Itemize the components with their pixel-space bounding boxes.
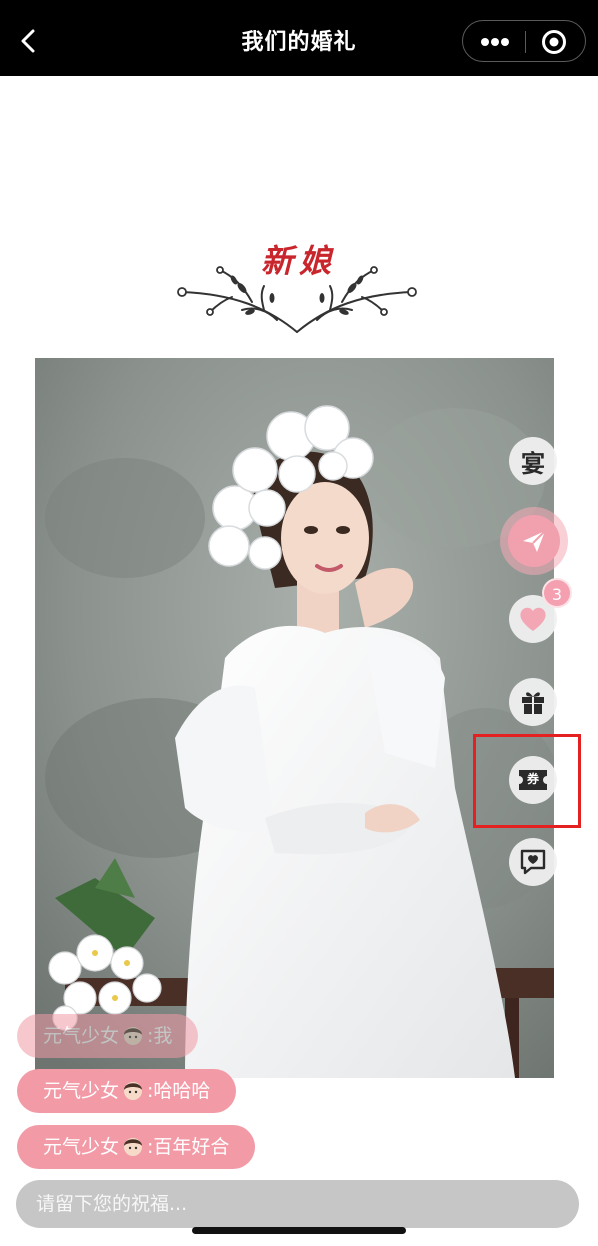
more-icon[interactable] (477, 33, 513, 51)
mini-program-capsule (462, 20, 586, 62)
like-count-badge: 3 (542, 578, 572, 608)
message-user: 元气少女 (43, 1136, 120, 1158)
capsule-divider (525, 31, 526, 53)
comment-button[interactable] (509, 838, 557, 886)
comment-heart-icon (520, 849, 546, 875)
girl-emoji-icon (124, 1027, 143, 1045)
banquet-button[interactable]: 宴 (509, 437, 557, 485)
highlight-box (473, 734, 581, 828)
message-bubble: 元气少女 :百年好合 (17, 1125, 256, 1169)
send-button[interactable] (500, 507, 568, 575)
home-indicator (192, 1227, 406, 1234)
message-text: :哈哈哈 (147, 1080, 211, 1102)
heart-icon (520, 607, 546, 631)
message-text: :我 (147, 1025, 173, 1047)
message-bubble: 元气少女 :哈哈哈 (17, 1069, 237, 1113)
gift-button[interactable] (509, 678, 557, 726)
message-text: :百年好合 (147, 1136, 230, 1158)
message-user: 元气少女 (43, 1080, 120, 1102)
girl-emoji-icon (124, 1082, 143, 1100)
gift-icon (522, 692, 544, 714)
message-user: 元气少女 (43, 1025, 120, 1047)
bride-photo (35, 358, 554, 1078)
banquet-label: 宴 (521, 449, 545, 478)
nav-bar: 我们的婚礼 (0, 0, 598, 76)
send-icon (508, 515, 560, 567)
blessing-input[interactable] (16, 1180, 579, 1228)
message-bubble: 元气少女 :我 (17, 1014, 199, 1058)
close-icon[interactable] (541, 29, 567, 55)
girl-emoji-icon (124, 1138, 143, 1156)
floral-ornament-icon (177, 266, 417, 333)
